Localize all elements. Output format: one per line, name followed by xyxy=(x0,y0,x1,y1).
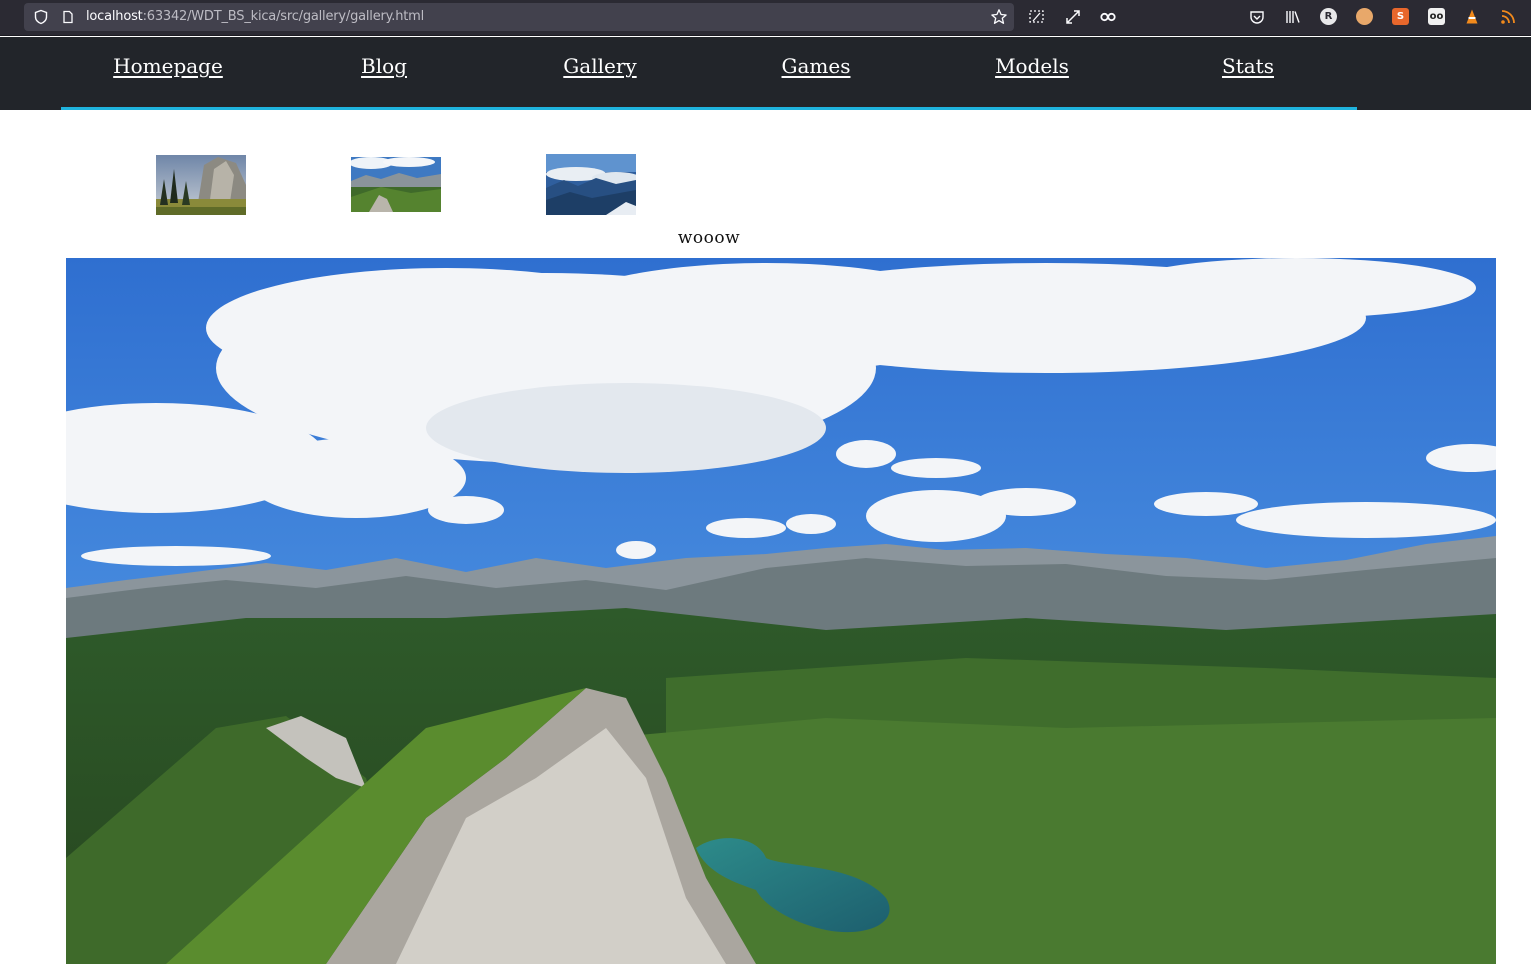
address-bar[interactable]: localhost:63342/WDT_BS_kica/src/gallery/… xyxy=(24,3,1014,31)
rss-feed-icon[interactable] xyxy=(1499,8,1517,26)
cliff-forest-thumbnail[interactable] xyxy=(156,155,246,215)
pocket-icon[interactable] xyxy=(1248,8,1266,26)
page-info-icon[interactable] xyxy=(61,10,75,24)
extension-face-icon[interactable] xyxy=(1356,8,1373,25)
nav-stats[interactable]: Stats xyxy=(1178,54,1318,78)
nav-models[interactable]: Models xyxy=(962,54,1102,78)
browser-toolbar: localhost:63342/WDT_BS_kica/src/gallery/… xyxy=(0,0,1531,36)
tracking-shield-icon[interactable] xyxy=(33,9,49,25)
screenshot-icon[interactable] xyxy=(1028,8,1046,26)
alpine-clouds-thumbnail[interactable] xyxy=(546,154,636,215)
extension-s-icon[interactable]: S xyxy=(1392,8,1409,25)
extension-cone-icon[interactable] xyxy=(1463,8,1481,26)
url-text[interactable]: localhost:63342/WDT_BS_kica/src/gallery/… xyxy=(86,9,424,24)
nav-gallery[interactable]: Gallery xyxy=(530,54,670,78)
fullscreen-icon[interactable] xyxy=(1064,8,1082,26)
featured-landscape-image xyxy=(66,258,1496,964)
nav-blog[interactable]: Blog xyxy=(314,54,454,78)
bookmark-star-icon[interactable] xyxy=(990,8,1008,26)
nav-homepage[interactable]: Homepage xyxy=(98,54,238,78)
nav-games[interactable]: Games xyxy=(746,54,886,78)
nav-accent-line xyxy=(61,107,1357,110)
extension-r-icon[interactable]: R xyxy=(1320,8,1337,25)
mountain-ridge-thumbnail[interactable] xyxy=(351,157,441,212)
site-navigation: Homepage Blog Gallery Games Models Stats xyxy=(0,37,1531,110)
extension-oo-icon[interactable]: oo xyxy=(1428,8,1445,25)
library-icon[interactable] xyxy=(1284,8,1302,26)
gallery-caption: wooow xyxy=(677,228,741,248)
private-mask-icon[interactable] xyxy=(1099,8,1117,26)
